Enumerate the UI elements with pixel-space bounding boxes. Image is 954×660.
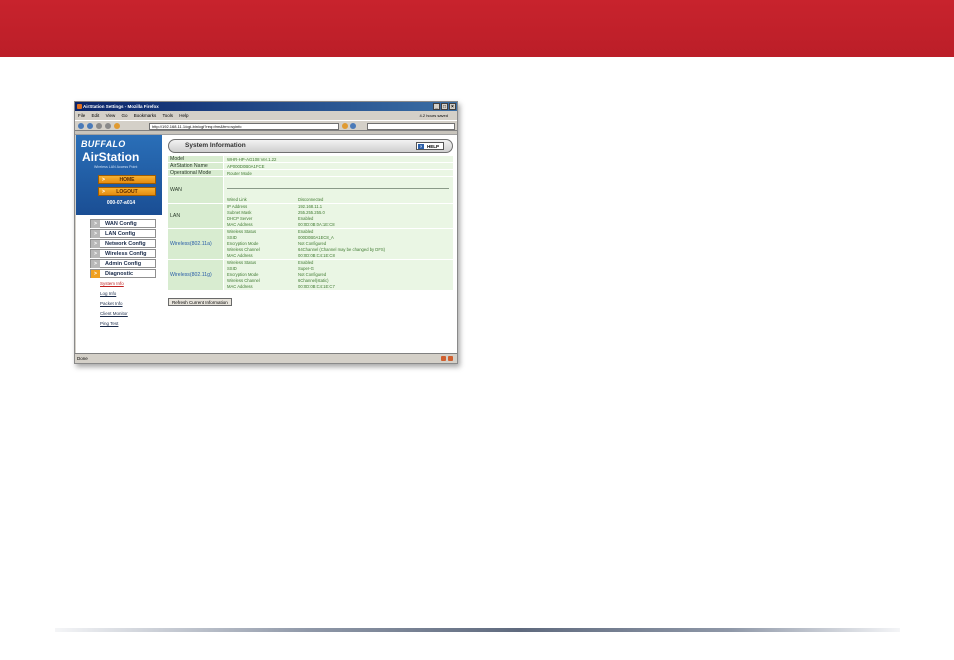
- link-log-info[interactable]: Log Info: [90, 289, 156, 299]
- menu-bar: File Edit View Go Bookmarks Tools Help 4…: [75, 111, 457, 120]
- home-button[interactable]: > HOME: [98, 175, 156, 184]
- lan-label: LAN: [168, 204, 224, 228]
- header-banner: [0, 0, 954, 57]
- arrow-right-icon: >: [102, 177, 105, 183]
- home-icon[interactable]: [114, 122, 120, 129]
- forward-icon[interactable]: [87, 122, 93, 129]
- chevron-right-icon: >: [91, 220, 100, 228]
- window-title: AirStation Settings - Mozilla Firefox: [83, 104, 159, 109]
- operational-mode-value: Router Mode: [224, 170, 453, 177]
- menu-go[interactable]: Go: [122, 113, 128, 118]
- page-content: BUFFALO AirStation Wireless LAN Access P…: [76, 135, 457, 354]
- saved-status: 4.2 hours saved: [419, 113, 448, 118]
- brand-logo: BUFFALO: [81, 139, 126, 149]
- popup-blocker-icon[interactable]: [448, 356, 453, 361]
- lan-details: IP Address 192.168.11.1 Subnet Mask 255.25…: [224, 204, 453, 228]
- sidebar-item-lan-config[interactable]: > LAN Config: [90, 229, 156, 238]
- sidebar-item-admin-config[interactable]: > Admin Config: [90, 259, 156, 268]
- table-row: Model WHR-HP-AG108 Ver.1.22: [168, 156, 453, 163]
- sidebar: BUFFALO AirStation Wireless LAN Access P…: [76, 135, 162, 354]
- lan-section: LAN IP Address 192.168.11.1 Subnet Mask 25…: [168, 204, 453, 229]
- link-packet-info[interactable]: Packet Info: [90, 299, 156, 309]
- page-title-bar: System Information ? HELP: [168, 139, 453, 153]
- wireless-g-section: Wireless(802.11g) Wireless Status Enabled…: [168, 260, 453, 291]
- navigation-toolbar: http://192.168.11.1/cgi-bin/cgi?req=frm&…: [75, 120, 457, 131]
- reload-icon[interactable]: [96, 122, 102, 129]
- chevron-right-icon: >: [91, 260, 100, 268]
- table-row: AirStation Name AP000D0B0A1FCE: [168, 163, 453, 170]
- sidebar-item-diagnostic[interactable]: > Diagnostic: [90, 269, 156, 278]
- wireless-a-label: Wireless(802.11a): [168, 229, 224, 259]
- menu-tools[interactable]: Tools: [162, 113, 173, 118]
- stop-icon[interactable]: [105, 122, 111, 129]
- menu-bookmarks[interactable]: Bookmarks: [134, 113, 157, 118]
- sidebar-header: BUFFALO AirStation Wireless LAN Access P…: [76, 135, 162, 215]
- status-text: Done: [77, 356, 88, 361]
- model-label: Model: [168, 156, 224, 163]
- wireless-g-details: Wireless Status Enabled SSID Super-G Encry…: [224, 260, 453, 290]
- sidebar-item-network-config[interactable]: > Network Config: [90, 239, 156, 248]
- chevron-right-icon: >: [91, 250, 100, 258]
- table-row: Wired Link Disconnected: [227, 197, 324, 202]
- wan-section: WAN Wired Link Disconnected: [168, 177, 453, 204]
- table-row: MAC Address 00:0D:0B:0A:1E:C8: [227, 222, 335, 227]
- menu-help[interactable]: Help: [179, 113, 188, 118]
- menu-view[interactable]: View: [106, 113, 116, 118]
- link-ping-test[interactable]: Ping Test: [90, 319, 156, 329]
- main-panel: System Information ? HELP Model WHR-HP-AG…: [168, 139, 453, 309]
- wireless-a-details: Wireless Status Enabled SSID 000D0B0A1EC8_…: [224, 229, 453, 259]
- sidebar-item-wireless-config[interactable]: > Wireless Config: [90, 249, 156, 258]
- table-row: MAC Address 00:0D:0B:C4:1E:C7: [227, 284, 335, 289]
- wan-label: WAN: [168, 177, 224, 203]
- link-system-info[interactable]: System Info: [90, 279, 156, 289]
- sidebar-menu: > WAN Config > LAN Config > Network Config …: [90, 219, 156, 329]
- refresh-button[interactable]: Refresh Current Information: [168, 298, 232, 306]
- help-icon: ?: [418, 144, 424, 149]
- table-row: MAC Address 00:0D:0B:C4:1E:C8: [227, 253, 335, 258]
- airstation-name-label: AirStation Name: [168, 163, 224, 170]
- search-input[interactable]: [367, 123, 455, 130]
- chevron-right-icon: >: [91, 230, 100, 238]
- device-id: 000-07-a014: [106, 200, 136, 206]
- wireless-g-label: Wireless(802.11g): [168, 260, 224, 290]
- help-button[interactable]: ? HELP: [416, 142, 444, 150]
- search-engine-icon[interactable]: [350, 123, 356, 129]
- chevron-right-icon: >: [91, 240, 100, 248]
- operational-mode-label: Operational Mode: [168, 170, 224, 177]
- status-bar: Done: [75, 353, 457, 363]
- model-value: WHR-HP-AG108 Ver.1.22: [224, 156, 453, 163]
- menu-file[interactable]: File: [78, 113, 85, 118]
- menu-edit[interactable]: Edit: [92, 113, 100, 118]
- wan-details: Wired Link Disconnected: [224, 177, 453, 203]
- wan-divider: [224, 177, 453, 197]
- product-name: AirStation: [82, 150, 140, 164]
- system-info-table: Model WHR-HP-AG108 Ver.1.22 AirStation N…: [168, 156, 453, 291]
- footer-rule: [55, 628, 900, 632]
- minimize-button[interactable]: _: [433, 103, 440, 110]
- link-client-monitor[interactable]: Client Monitor: [90, 309, 156, 319]
- product-tagline: Wireless LAN Access Point: [94, 165, 138, 169]
- window-title-bar[interactable]: AirStation Settings - Mozilla Firefox _ …: [75, 102, 457, 111]
- go-icon[interactable]: [342, 123, 348, 129]
- back-icon[interactable]: [78, 122, 84, 129]
- address-bar[interactable]: http://192.168.11.1/cgi-bin/cgi?req=frm&…: [149, 123, 339, 130]
- logout-button[interactable]: > LOGOUT: [98, 187, 156, 196]
- browser-window: AirStation Settings - Mozilla Firefox _ …: [74, 101, 458, 364]
- arrow-right-icon: >: [102, 189, 105, 195]
- sidebar-item-wan-config[interactable]: > WAN Config: [90, 219, 156, 228]
- wireless-a-section: Wireless(802.11a) Wireless Status Enabled…: [168, 229, 453, 260]
- maximize-button[interactable]: □: [441, 103, 448, 110]
- security-icon[interactable]: [441, 356, 446, 361]
- firefox-icon: [77, 104, 82, 109]
- chevron-right-icon: >: [91, 270, 100, 278]
- airstation-name-value: AP000D0B0A1FCE: [224, 163, 453, 170]
- table-row: Operational Mode Router Mode: [168, 170, 453, 177]
- close-button[interactable]: ×: [449, 103, 456, 110]
- page-title: System Information: [185, 142, 246, 149]
